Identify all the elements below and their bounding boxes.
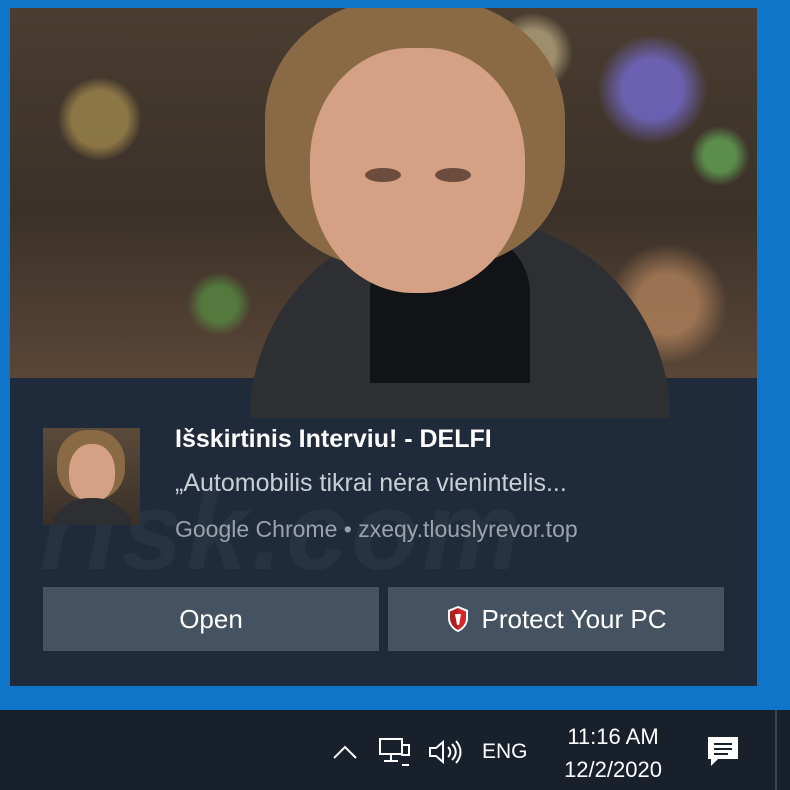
action-center-icon[interactable] — [706, 734, 740, 768]
clock-date: 12/2/2020 — [564, 757, 662, 782]
show-desktop-divider[interactable] — [775, 710, 777, 790]
taskbar: ENG 11:16 AM 12/2/2020 — [0, 710, 790, 790]
chevron-up-icon[interactable] — [332, 738, 358, 766]
notification-thumbnail — [43, 428, 140, 525]
notification-source: Google Chrome • zxeqy.tlouslyrevor.top — [175, 516, 578, 542]
open-button[interactable]: Open — [43, 587, 379, 651]
hero-image — [10, 8, 757, 418]
language-indicator[interactable]: ENG — [482, 740, 528, 764]
notification-message: „Automobilis tikrai nėra vienintelis... — [175, 469, 567, 497]
toast-notification[interactable]: risk.com Išskirtinis Interviu! - DELFI „… — [10, 8, 757, 686]
protect-your-pc-button[interactable]: Protect Your PC — [388, 587, 724, 651]
network-icon[interactable] — [378, 738, 412, 766]
shield-icon — [446, 605, 470, 633]
notification-title: Išskirtinis Interviu! - DELFI — [175, 425, 492, 453]
clock-time: 11:16 AM — [567, 724, 659, 749]
protect-button-label: Protect Your PC — [481, 603, 667, 634]
open-button-label: Open — [179, 603, 243, 634]
volume-icon[interactable] — [427, 738, 463, 766]
clock[interactable]: 11:16 AM 12/2/2020 — [553, 720, 673, 786]
person-photo — [170, 8, 670, 418]
